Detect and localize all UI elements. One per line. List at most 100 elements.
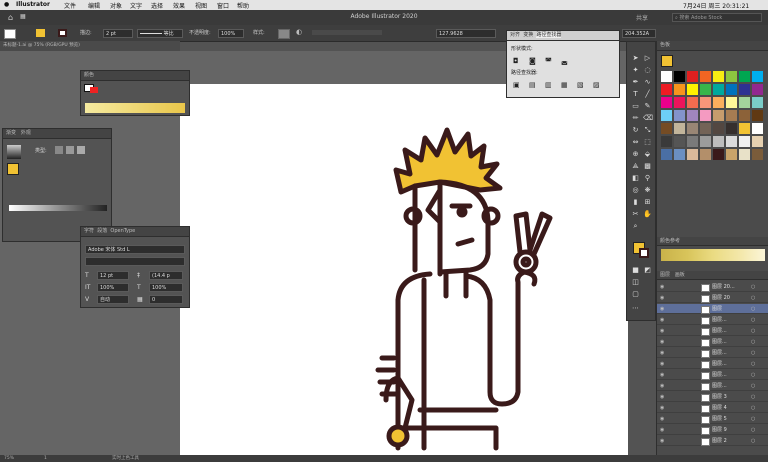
layer-row[interactable]: ◉ 图层 5 ○	[657, 414, 768, 424]
divide-icon[interactable]: ▣	[513, 81, 520, 89]
color-swatch[interactable]	[674, 84, 685, 95]
tracking-field[interactable]: 0	[149, 295, 183, 304]
tab-appearance[interactable]: 外观	[21, 130, 31, 136]
color-swatch[interactable]	[687, 84, 698, 95]
freeform-gradient-button[interactable]	[77, 146, 85, 154]
color-swatch[interactable]	[674, 149, 685, 160]
radial-gradient-button[interactable]	[66, 146, 74, 154]
rectangle-tool-icon[interactable]: ▭	[631, 102, 640, 111]
color-swatch[interactable]	[700, 149, 711, 160]
tab-artboards[interactable]: 画板	[675, 272, 685, 278]
color-swatch[interactable]	[713, 97, 724, 108]
color-swatch[interactable]	[726, 97, 737, 108]
layer-row[interactable]: ◉ 图层 ○	[657, 304, 768, 314]
color-swatch[interactable]	[739, 84, 750, 95]
color-spectrum-bar[interactable]	[85, 103, 185, 113]
color-swatch[interactable]	[687, 136, 698, 147]
layer-target-icon[interactable]: ○	[751, 282, 755, 292]
visibility-eye-icon[interactable]: ◉	[660, 403, 664, 413]
outline-icon[interactable]: ▧	[577, 81, 584, 89]
layer-row[interactable]: ◉ 图层 2 ○	[657, 436, 768, 446]
tab-opentype[interactable]: OpenType	[110, 228, 135, 234]
zoom-level[interactable]: 75%	[4, 455, 14, 462]
color-swatch[interactable]	[674, 71, 685, 82]
kerning-field[interactable]: 自动	[97, 295, 129, 304]
color-guide-strip[interactable]	[661, 249, 765, 261]
curvature-tool-icon[interactable]: ∿	[643, 78, 652, 87]
swatch-fill-indicator[interactable]	[661, 55, 673, 67]
color-swatch[interactable]	[726, 123, 737, 134]
color-swatch[interactable]	[739, 110, 750, 121]
layer-row[interactable]: ◉ 图层 9 ○	[657, 425, 768, 435]
gradient-mode-icon[interactable]: ◩	[643, 266, 652, 275]
free-transform-tool-icon[interactable]: ⬚	[643, 138, 652, 147]
color-swatch[interactable]	[674, 136, 685, 147]
layer-target-icon[interactable]: ○	[751, 392, 755, 402]
layer-row[interactable]: ◉ 图层... ○	[657, 359, 768, 369]
color-swatch[interactable]	[726, 110, 737, 121]
color-swatch[interactable]	[713, 123, 724, 134]
blend-tool-icon[interactable]: ◎	[631, 186, 640, 195]
visibility-eye-icon[interactable]: ◉	[660, 425, 664, 435]
pencil-tool-icon[interactable]: ✏	[631, 114, 640, 123]
layer-row[interactable]: ◉ 图层... ○	[657, 315, 768, 325]
color-swatch[interactable]	[713, 149, 724, 160]
slice-tool-icon[interactable]: ✂	[631, 210, 640, 219]
lasso-icon[interactable]: ◌	[643, 66, 652, 75]
color-swatch[interactable]	[700, 123, 711, 134]
color-swatch[interactable]	[713, 136, 724, 147]
visibility-eye-icon[interactable]: ◉	[660, 326, 664, 336]
layer-row[interactable]: ◉ 图层... ○	[657, 348, 768, 358]
layer-row[interactable]: ◉ 图层 20 ○	[657, 293, 768, 303]
merge-icon[interactable]: ▥	[545, 81, 552, 89]
graph-tool-icon[interactable]: ▮	[631, 198, 640, 207]
color-swatch[interactable]	[752, 110, 763, 121]
visibility-eye-icon[interactable]: ◉	[660, 392, 664, 402]
color-swatch[interactable]	[726, 84, 737, 95]
mesh-tool-icon[interactable]: ▩	[643, 162, 652, 171]
color-swatch[interactable]	[700, 71, 711, 82]
color-swatch[interactable]	[661, 71, 672, 82]
live-paint-tool-icon[interactable]: ⬙	[643, 150, 652, 159]
layer-target-icon[interactable]: ○	[751, 293, 755, 303]
gradient-slider[interactable]	[9, 205, 107, 211]
width-tool-icon[interactable]: ⇔	[631, 138, 640, 147]
tab-pathfinder[interactable]: 路径查找器	[536, 32, 562, 38]
tab-layers[interactable]: 图层	[660, 272, 670, 278]
color-swatch[interactable]	[661, 149, 672, 160]
intersect-icon[interactable]: ◚	[545, 57, 552, 65]
trim-icon[interactable]: ▤	[529, 81, 536, 89]
color-swatch[interactable]	[752, 136, 763, 147]
hand-tool-icon[interactable]: ✋	[643, 210, 652, 219]
layer-target-icon[interactable]: ○	[751, 381, 755, 391]
layer-row[interactable]: ◉ 图层 3 ○	[657, 392, 768, 402]
minus-front-icon[interactable]: ◙	[529, 57, 536, 65]
scale-tool-icon[interactable]: ⤡	[643, 126, 652, 135]
stroke-mini-swatch[interactable]	[90, 87, 98, 93]
vertical-scale-field[interactable]: 100%	[97, 283, 129, 292]
draw-mode-icon[interactable]: ◫	[631, 278, 640, 287]
color-swatch[interactable]	[739, 97, 750, 108]
color-swatch[interactable]	[674, 110, 685, 121]
visibility-eye-icon[interactable]: ◉	[660, 315, 664, 325]
crop-icon[interactable]: ▦	[561, 81, 568, 89]
horizontal-scale-field[interactable]: 100%	[149, 283, 183, 292]
layer-row[interactable]: ◉ 图层... ○	[657, 326, 768, 336]
leading-field[interactable]: (14.4 p	[149, 271, 183, 280]
color-swatch[interactable]	[661, 84, 672, 95]
exclude-icon[interactable]: ◛	[561, 57, 568, 65]
magic-wand-icon[interactable]: ✦	[631, 66, 640, 75]
minus-back-icon[interactable]: ▨	[593, 81, 600, 89]
type-tool-icon[interactable]: T	[631, 90, 640, 99]
color-panel-header[interactable]: 颜色	[81, 71, 189, 81]
color-swatch[interactable]	[687, 110, 698, 121]
visibility-eye-icon[interactable]: ◉	[660, 282, 664, 292]
layer-row[interactable]: ◉ 图层 4 ○	[657, 403, 768, 413]
gradient-tool-icon[interactable]: ◧	[631, 174, 640, 183]
visibility-eye-icon[interactable]: ◉	[660, 414, 664, 424]
visibility-eye-icon[interactable]: ◉	[660, 293, 664, 303]
color-swatch[interactable]	[713, 71, 724, 82]
color-swatch[interactable]	[739, 123, 750, 134]
layer-target-icon[interactable]: ○	[751, 425, 755, 435]
layer-target-icon[interactable]: ○	[751, 337, 755, 347]
